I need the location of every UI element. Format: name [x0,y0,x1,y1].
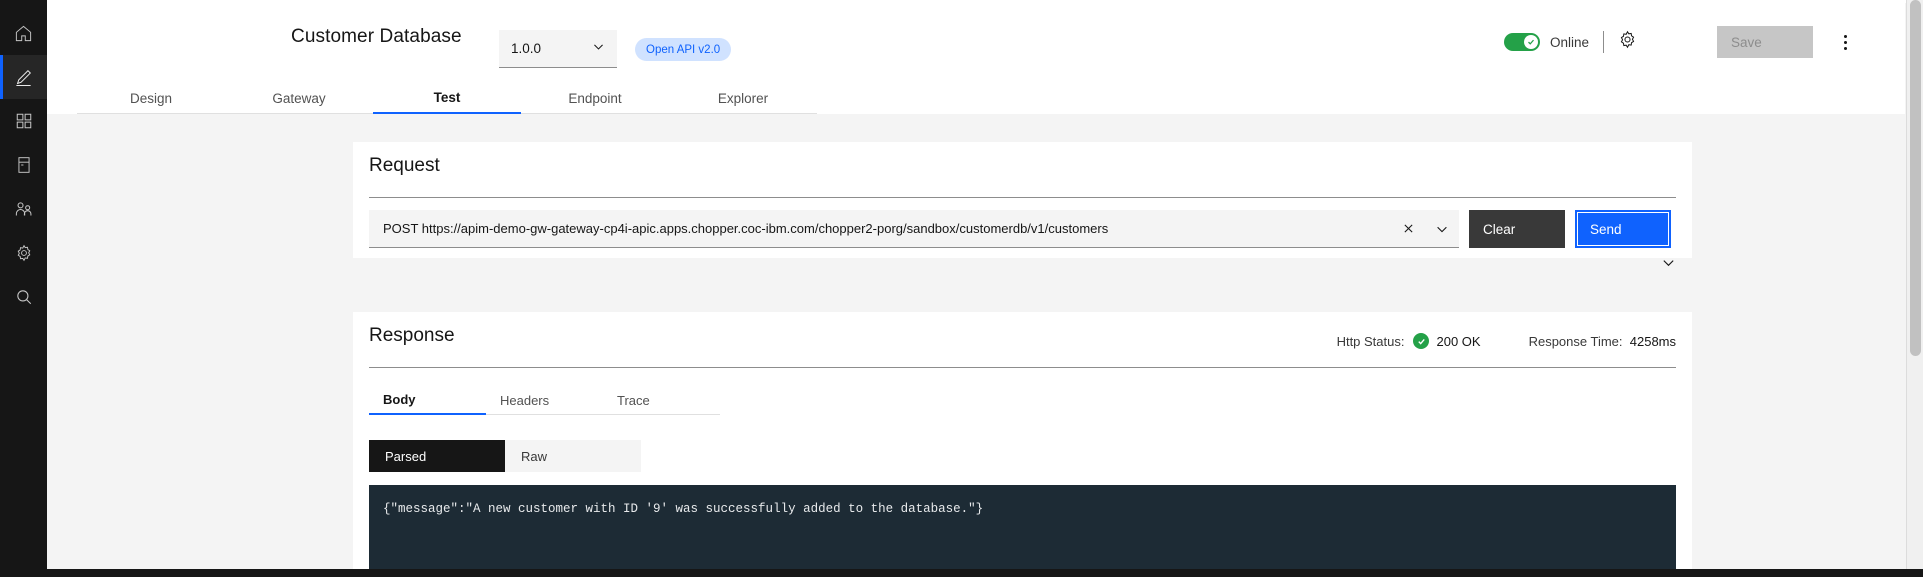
save-button[interactable]: Save [1717,26,1813,58]
sidebar-item-develop[interactable] [0,55,47,99]
response-body-text: {"message":"A new customer with ID '9' w… [383,502,984,516]
primary-tabs: Design Gateway Test Endpoint Explorer [47,82,1905,114]
openapi-version-badge[interactable]: Open API v2.0 [635,38,732,61]
api-header: Customer Database 1.0.0 Open API v2.0 On… [47,0,1905,82]
header-divider [1603,31,1604,53]
clear-button[interactable]: Clear [1469,210,1565,248]
response-tab-headers[interactable]: Headers [486,386,603,415]
chevron-down-icon [592,40,605,58]
sidebar-item-catalog[interactable] [0,143,47,187]
sidebar-item-members[interactable] [0,187,47,231]
response-time-label: Response Time: [1528,333,1623,349]
request-url-value: POST https://apim-demo-gw-gateway-cp4i-a… [383,221,1109,236]
response-divider [369,367,1676,368]
request-url-field[interactable]: POST https://apim-demo-gw-gateway-cp4i-a… [369,210,1459,248]
status-badge: Online [1549,34,1589,50]
view-mode-raw[interactable]: Raw [505,440,641,472]
tab-design[interactable]: Design [77,83,225,114]
response-card: Response Http Status: 200 OK Response Ti… [353,312,1692,577]
response-tab-trace[interactable]: Trace [603,386,720,415]
send-button-label: Send [1577,212,1669,246]
pen-edit-icon [14,68,33,87]
page-title: Customer Database [291,26,462,47]
request-url-row: POST https://apim-demo-gw-gateway-cp4i-a… [369,210,1676,248]
online-toggle[interactable] [1503,33,1540,51]
server-icon [15,156,33,174]
response-tab-body[interactable]: Body [369,386,486,415]
online-status-group: Online [1503,30,1637,54]
view-mode-parsed[interactable]: Parsed [369,440,505,472]
gear-icon [15,244,33,262]
tabs-filler [817,83,1905,114]
settings-gear-button[interactable] [1618,30,1637,54]
response-tabs-filler [720,386,1676,415]
sidebar-item-settings[interactable] [0,231,47,275]
toggle-knob [1523,35,1538,49]
send-button[interactable]: Send [1575,210,1671,248]
grid-apps-icon [15,112,33,130]
request-expand-chevron-icon[interactable] [1661,255,1676,275]
sidebar-item-search[interactable] [0,275,47,319]
users-icon [14,200,33,219]
http-status-value: 200 OK [1436,333,1481,349]
chevron-down-icon[interactable] [1425,222,1459,236]
request-card: Request POST https://apim-demo-gw-gatewa… [353,142,1692,267]
tab-test[interactable]: Test [373,83,521,114]
tab-endpoint[interactable]: Endpoint [521,83,669,114]
response-time-value: 4258ms [1629,333,1676,349]
sidebar-item-apps[interactable] [0,99,47,143]
home-icon [14,24,33,43]
version-value: 1.0.0 [511,41,542,56]
rail-top-spacer [0,0,47,11]
tab-gateway[interactable]: Gateway [225,83,373,114]
version-select[interactable]: 1.0.0 [499,30,617,68]
response-title: Response [369,325,455,346]
gear-icon [1618,30,1637,54]
test-content: Request POST https://apim-demo-gw-gatewa… [47,114,1923,577]
bottom-dark-strip [0,569,1923,577]
sidebar-item-home[interactable] [0,11,47,55]
request-divider [369,197,1676,198]
response-meta: Http Status: 200 OK Response Time: 4258m… [1337,333,1676,349]
request-title: Request [369,155,440,176]
response-tabs: Body Headers Trace [369,385,1676,415]
checkmark-filled-icon [1413,333,1430,349]
response-view-mode-switch: Parsed Raw [369,440,641,472]
app-root: Customer Database 1.0.0 Open API v2.0 On… [0,0,1923,577]
top-white-strip [47,0,1923,3]
overflow-menu-icon[interactable] [1833,30,1857,54]
search-icon [15,288,33,306]
left-navigation-rail [0,0,47,577]
page-scrollbar-thumb[interactable] [1910,0,1921,356]
close-icon[interactable] [1391,222,1425,235]
response-body-panel: {"message":"A new customer with ID '9' w… [369,485,1676,577]
main-area: Customer Database 1.0.0 Open API v2.0 On… [47,0,1923,577]
page-scrollbar[interactable] [1906,0,1923,577]
tab-explorer[interactable]: Explorer [669,83,817,114]
http-status-label: Http Status: [1336,333,1405,349]
